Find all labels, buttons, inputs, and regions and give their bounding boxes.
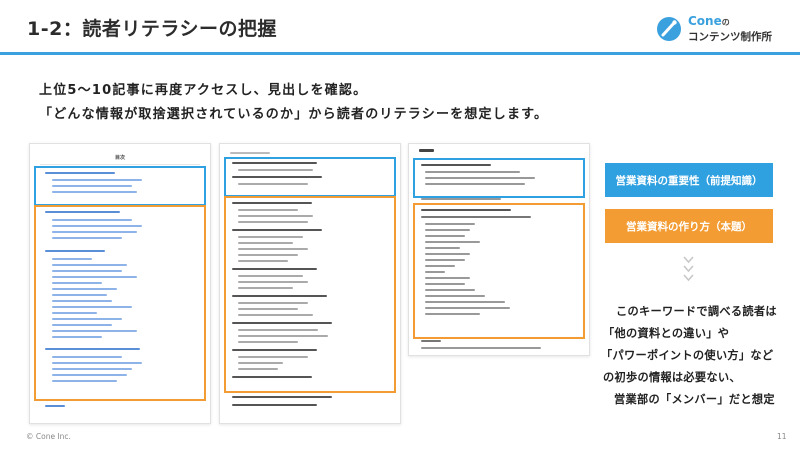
note-line-5: 営業部の「メンバー」だと想定 xyxy=(614,393,775,406)
callout-prerequisite: 営業資料の重要性（前提知識） xyxy=(605,163,773,197)
lead-line-2: 「どんな情報が取捨選択されているのか」から読者のリテラシーを想定します。 xyxy=(39,107,549,122)
article-screenshot-1: 目次 xyxy=(29,143,211,424)
logo-line2: コンテンツ制作所 xyxy=(688,31,772,43)
lead-line-1: 上位5～10記事に再度アクセスし、見出しを確認。 xyxy=(39,83,368,98)
callout-main-topic: 営業資料の作り方（本題） xyxy=(605,209,773,243)
copyright: © Cone Inc. xyxy=(26,432,71,441)
chevron-down-icon xyxy=(683,274,694,282)
cone-logo: Coneの コンテンツ制作所 xyxy=(656,14,786,46)
note-line-4: の初歩の情報は必要ない、 xyxy=(603,371,741,384)
note-line-2: 「他の資料との違い」や xyxy=(603,327,730,340)
title-underline xyxy=(0,52,800,55)
note-line-3: 「パワーポイントの使い方」など xyxy=(601,349,774,362)
note-line-1: このキーワードで調べる読者は xyxy=(616,305,777,318)
article-screenshot-2 xyxy=(219,143,401,424)
toc-highlight-orange xyxy=(34,205,206,401)
toc-heading: 目次 xyxy=(114,155,125,161)
slide-title: 1-2：読者リテラシーの把握 xyxy=(27,18,277,40)
logo-line1: Coneの xyxy=(688,14,730,28)
article-screenshot-3 xyxy=(408,143,590,356)
page-number: 11 xyxy=(777,432,787,441)
cone-logo-icon xyxy=(657,17,681,41)
toc-heading-mark xyxy=(419,149,434,152)
